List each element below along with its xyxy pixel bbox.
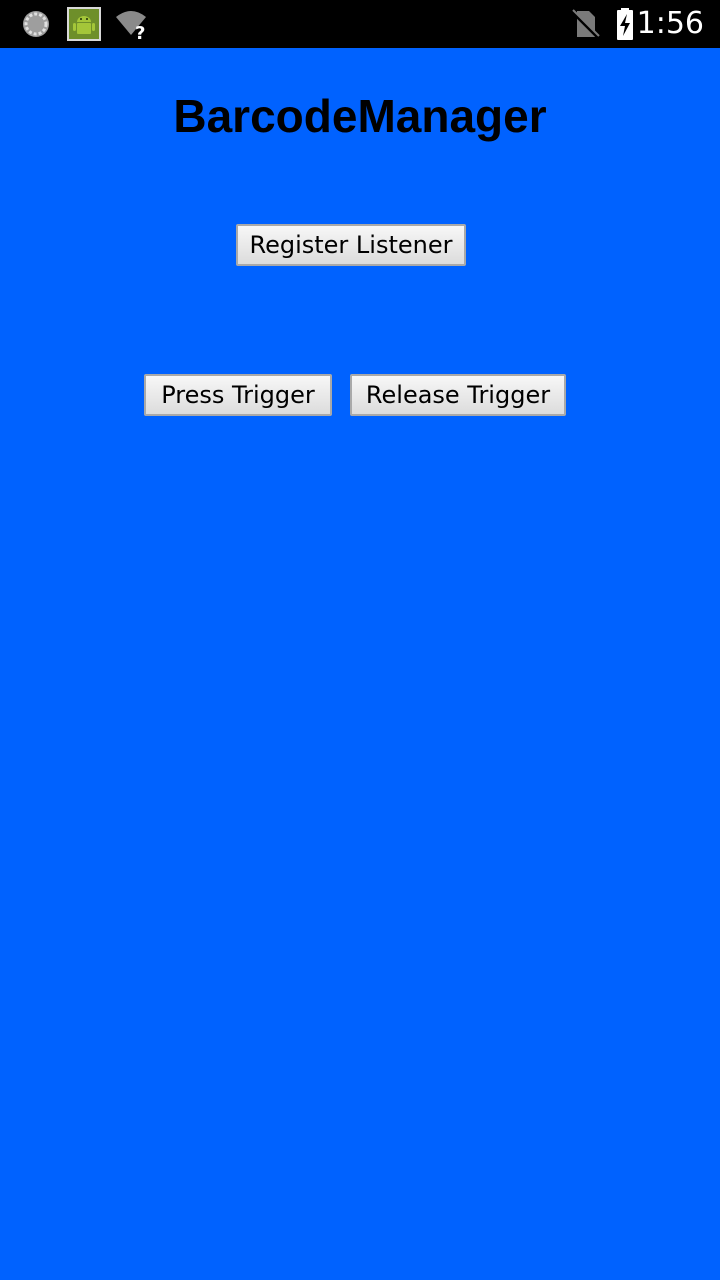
register-listener-button[interactable]: Register Listener [236, 224, 466, 266]
wifi-unknown-icon: ? [114, 7, 148, 41]
android-debug-icon [67, 7, 101, 41]
press-trigger-button[interactable]: Press Trigger [144, 374, 332, 416]
status-time: 1:56 [636, 6, 704, 41]
release-trigger-button[interactable]: Release Trigger [350, 374, 566, 416]
no-sim-icon [568, 7, 602, 41]
sync-icon [19, 7, 53, 41]
svg-text:?: ? [135, 23, 145, 41]
app-title: BarcodeManager [173, 90, 547, 142]
status-bar: ? 1:56 [0, 0, 720, 48]
